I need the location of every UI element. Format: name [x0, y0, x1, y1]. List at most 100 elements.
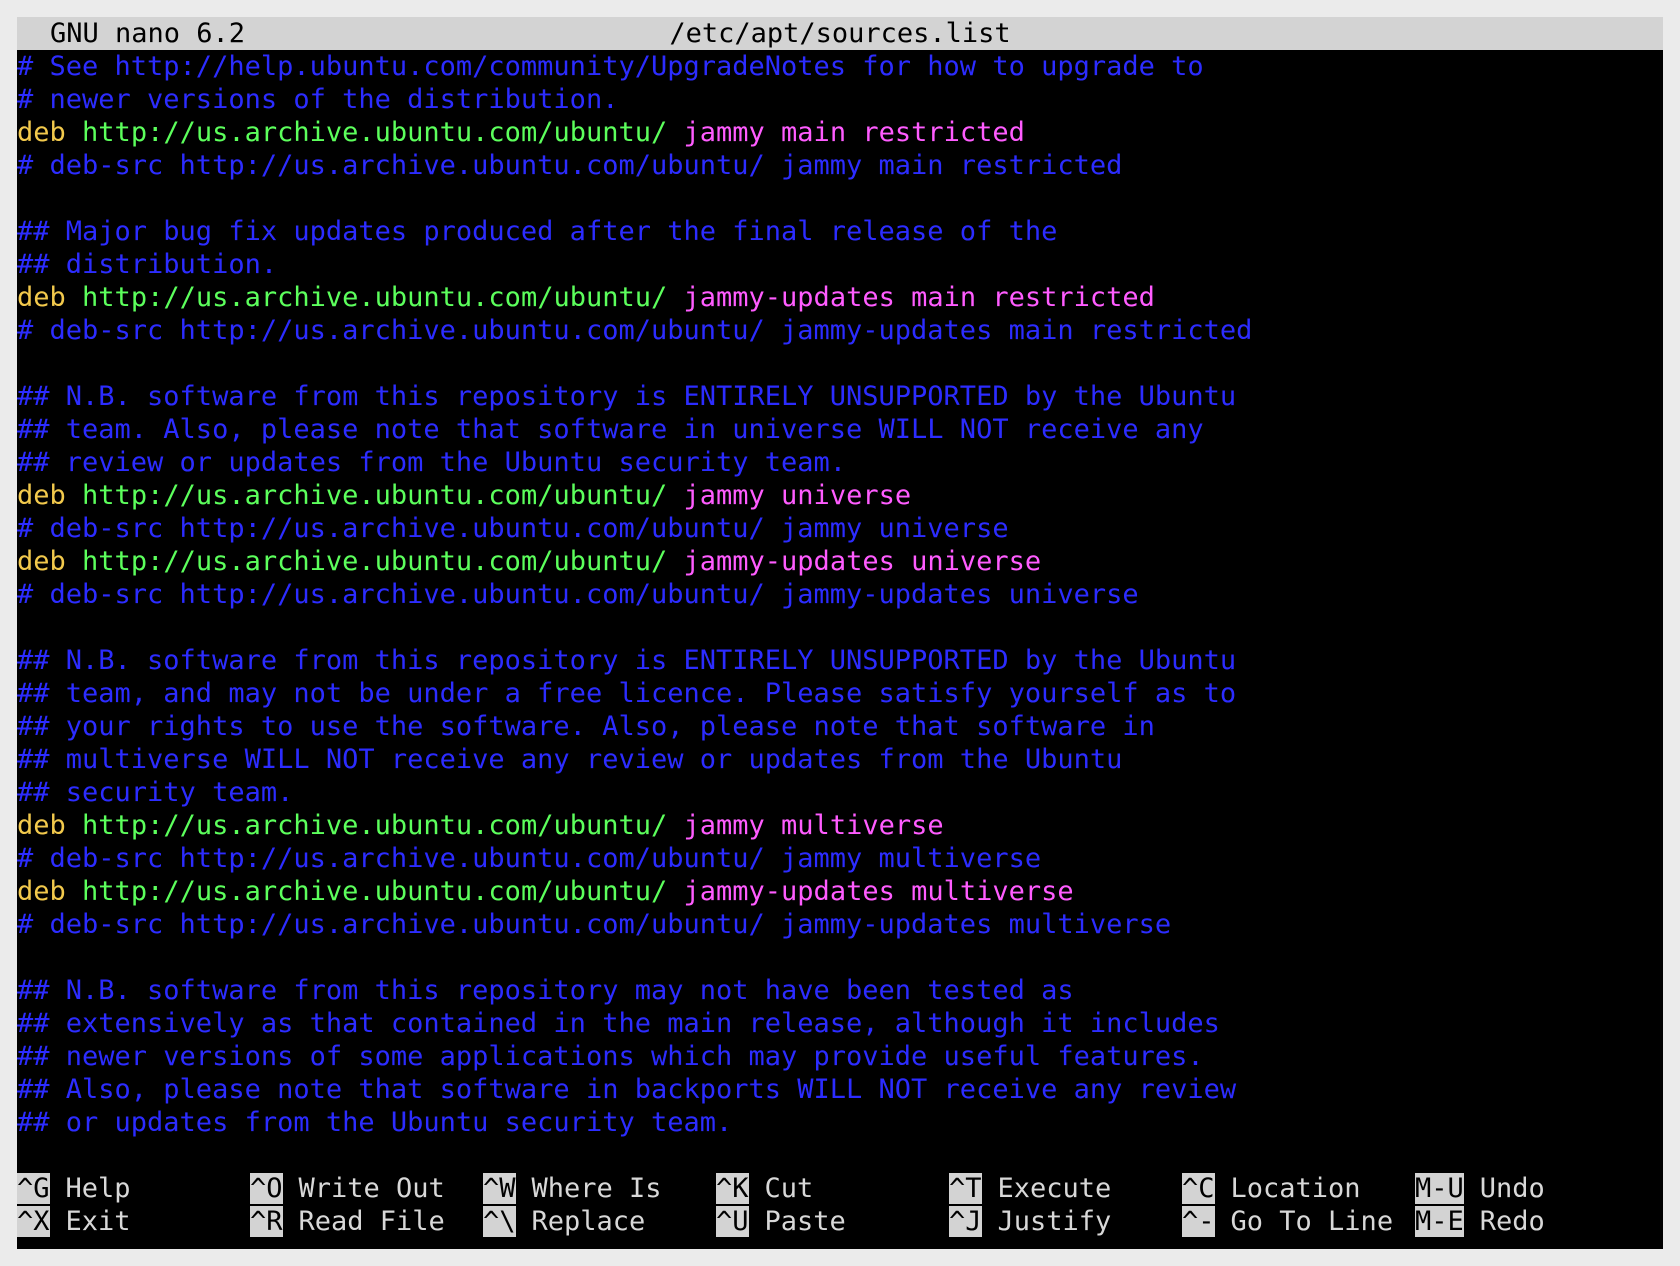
source-line[interactable]: deb http://us.archive.ubuntu.com/ubuntu/…	[17, 479, 1663, 512]
deb-keyword: deb	[17, 117, 66, 148]
source-line[interactable]: deb http://us.archive.ubuntu.com/ubuntu/…	[17, 281, 1663, 314]
line-text: ## review or updates from the Ubuntu sec…	[17, 447, 847, 478]
shortcut-key: ^X	[17, 1206, 50, 1237]
shortcut-location[interactable]: ^C Location	[1182, 1172, 1361, 1205]
comment-line[interactable]: # deb-src http://us.archive.ubuntu.com/u…	[17, 908, 1663, 941]
line-text: # newer versions of the distribution.	[17, 84, 619, 115]
source-line[interactable]: deb http://us.archive.ubuntu.com/ubuntu/…	[17, 116, 1663, 149]
line-text: ## N.B. software from this repository ma…	[17, 975, 1074, 1006]
shortcut-label: Read File	[298, 1206, 445, 1237]
shortcut-key: ^R	[250, 1206, 283, 1237]
comment-line[interactable]: ## team, and may not be under a free lic…	[17, 677, 1663, 710]
shortcut-label: Where Is	[531, 1173, 662, 1204]
comment-line[interactable]: ## team. Also, please note that software…	[17, 413, 1663, 446]
comment-line[interactable]: # deb-src http://us.archive.ubuntu.com/u…	[17, 842, 1663, 875]
comment-line[interactable]: ## extensively as that contained in the …	[17, 1007, 1663, 1040]
shortcut-paste[interactable]: ^U Paste	[716, 1205, 846, 1238]
comment-line[interactable]: ## Major bug fix updates produced after …	[17, 215, 1663, 248]
title-bar: GNU nano 6.2 /etc/apt/sources.list	[17, 17, 1663, 50]
comment-line[interactable]: # deb-src http://us.archive.ubuntu.com/u…	[17, 314, 1663, 347]
comment-line[interactable]: ## distribution.	[17, 248, 1663, 281]
file-name: /etc/apt/sources.list	[669, 18, 1011, 49]
source-line[interactable]: deb http://us.archive.ubuntu.com/ubuntu/…	[17, 809, 1663, 842]
line-text: ## your rights to use the software. Also…	[17, 711, 1155, 742]
deb-keyword: deb	[17, 876, 66, 907]
shortcut-execute[interactable]: ^T Execute	[949, 1172, 1111, 1205]
distribution-components: jammy multiverse	[683, 810, 944, 841]
line-text: # deb-src http://us.archive.ubuntu.com/u…	[17, 579, 1139, 610]
shortcut-read-file[interactable]: ^R Read File	[250, 1205, 445, 1238]
shortcut-row-1: ^G Help ^O Write Out ^W Where Is ^K Cut ^T Execut…	[17, 1172, 1663, 1205]
comment-line[interactable]: ## review or updates from the Ubuntu sec…	[17, 446, 1663, 479]
shortcut-label: Help	[65, 1173, 131, 1204]
blank-line[interactable]	[17, 347, 1663, 380]
shortcut-write-out[interactable]: ^O Write Out	[250, 1172, 445, 1205]
shortcut-cut[interactable]: ^K Cut	[716, 1172, 813, 1205]
shortcut-replace[interactable]: ^\ Replace	[483, 1205, 645, 1238]
shortcut-key: M-U	[1415, 1173, 1464, 1204]
shortcut-label: Replace	[531, 1206, 646, 1237]
line-text: ## or updates from the Ubuntu security t…	[17, 1107, 733, 1138]
repo-url: http://us.archive.ubuntu.com/ubuntu/	[82, 117, 668, 148]
shortcut-key: ^J	[949, 1206, 982, 1237]
comment-line[interactable]: ## newer versions of some applications w…	[17, 1040, 1663, 1073]
line-text: ## Also, please note that software in ba…	[17, 1074, 1237, 1105]
comment-line[interactable]: # newer versions of the distribution.	[17, 83, 1663, 116]
shortcut-label: Paste	[764, 1206, 846, 1237]
line-text: ## distribution.	[17, 249, 278, 280]
comment-line[interactable]: # deb-src http://us.archive.ubuntu.com/u…	[17, 578, 1663, 611]
comment-line[interactable]: # See http://help.ubuntu.com/community/U…	[17, 50, 1663, 83]
shortcut-label: Exit	[65, 1206, 131, 1237]
comment-line[interactable]: ## multiverse WILL NOT receive any revie…	[17, 743, 1663, 776]
shortcut-help[interactable]: ^G Help	[17, 1172, 131, 1205]
shortcut-bar: ^G Help ^O Write Out ^W Where Is ^K Cut ^T Execut…	[17, 1172, 1663, 1238]
line-text: # deb-src http://us.archive.ubuntu.com/u…	[17, 909, 1172, 940]
shortcut-key: ^W	[483, 1173, 516, 1204]
repo-url: http://us.archive.ubuntu.com/ubuntu/	[82, 546, 668, 577]
comment-line[interactable]: ## N.B. software from this repository ma…	[17, 974, 1663, 1007]
line-text: # See http://help.ubuntu.com/community/U…	[17, 51, 1204, 82]
shortcut-justify[interactable]: ^J Justify	[949, 1205, 1111, 1238]
comment-line[interactable]: # deb-src http://us.archive.ubuntu.com/u…	[17, 512, 1663, 545]
line-text: ## extensively as that contained in the …	[17, 1008, 1220, 1039]
blank-line[interactable]	[17, 941, 1663, 974]
repo-url: http://us.archive.ubuntu.com/ubuntu/	[82, 810, 668, 841]
shortcut-go-to-line[interactable]: ^- Go To Line	[1182, 1205, 1393, 1238]
distribution-components: jammy universe	[683, 480, 912, 511]
line-text: ## N.B. software from this repository is…	[17, 381, 1237, 412]
nano-editor-window: GNU nano 6.2 /etc/apt/sources.list # See…	[17, 17, 1663, 1249]
shortcut-key: ^O	[250, 1173, 283, 1204]
shortcut-redo[interactable]: M-E Redo	[1415, 1205, 1545, 1238]
shortcut-undo[interactable]: M-U Undo	[1415, 1172, 1545, 1205]
line-text: # deb-src http://us.archive.ubuntu.com/u…	[17, 315, 1253, 346]
comment-line[interactable]: ## or updates from the Ubuntu security t…	[17, 1106, 1663, 1139]
shortcut-label: Cut	[764, 1173, 814, 1204]
source-line[interactable]: deb http://us.archive.ubuntu.com/ubuntu/…	[17, 875, 1663, 908]
shortcut-row-2: ^X Exit ^R Read File ^\ Replace ^U Paste ^J Justi…	[17, 1205, 1663, 1238]
comment-line[interactable]: ## Also, please note that software in ba…	[17, 1073, 1663, 1106]
shortcut-label: Undo	[1479, 1173, 1545, 1204]
shortcut-exit[interactable]: ^X Exit	[17, 1205, 131, 1238]
shortcut-label: Go To Line	[1230, 1206, 1394, 1237]
shortcut-where-is[interactable]: ^W Where Is	[483, 1172, 662, 1205]
source-line[interactable]: deb http://us.archive.ubuntu.com/ubuntu/…	[17, 545, 1663, 578]
distribution-components: jammy-updates main restricted	[683, 282, 1155, 313]
shortcut-key: ^T	[949, 1173, 982, 1204]
blank-line[interactable]	[17, 182, 1663, 215]
line-text: # deb-src http://us.archive.ubuntu.com/u…	[17, 150, 1123, 181]
line-text: ## team, and may not be under a free lic…	[17, 678, 1237, 709]
comment-line[interactable]: ## N.B. software from this repository is…	[17, 644, 1663, 677]
comment-line[interactable]: ## security team.	[17, 776, 1663, 809]
text-area[interactable]: # See http://help.ubuntu.com/community/U…	[17, 50, 1663, 1139]
comment-line[interactable]: ## N.B. software from this repository is…	[17, 380, 1663, 413]
distribution-components: jammy-updates multiverse	[683, 876, 1074, 907]
blank-line[interactable]	[17, 611, 1663, 644]
shortcut-label: Justify	[997, 1206, 1112, 1237]
shortcut-key: ^-	[1182, 1206, 1215, 1237]
shortcut-label: Redo	[1479, 1206, 1545, 1237]
line-text: ## multiverse WILL NOT receive any revie…	[17, 744, 1123, 775]
comment-line[interactable]: ## your rights to use the software. Also…	[17, 710, 1663, 743]
line-text: ## security team.	[17, 777, 294, 808]
comment-line[interactable]: # deb-src http://us.archive.ubuntu.com/u…	[17, 149, 1663, 182]
shortcut-label: Execute	[997, 1173, 1112, 1204]
